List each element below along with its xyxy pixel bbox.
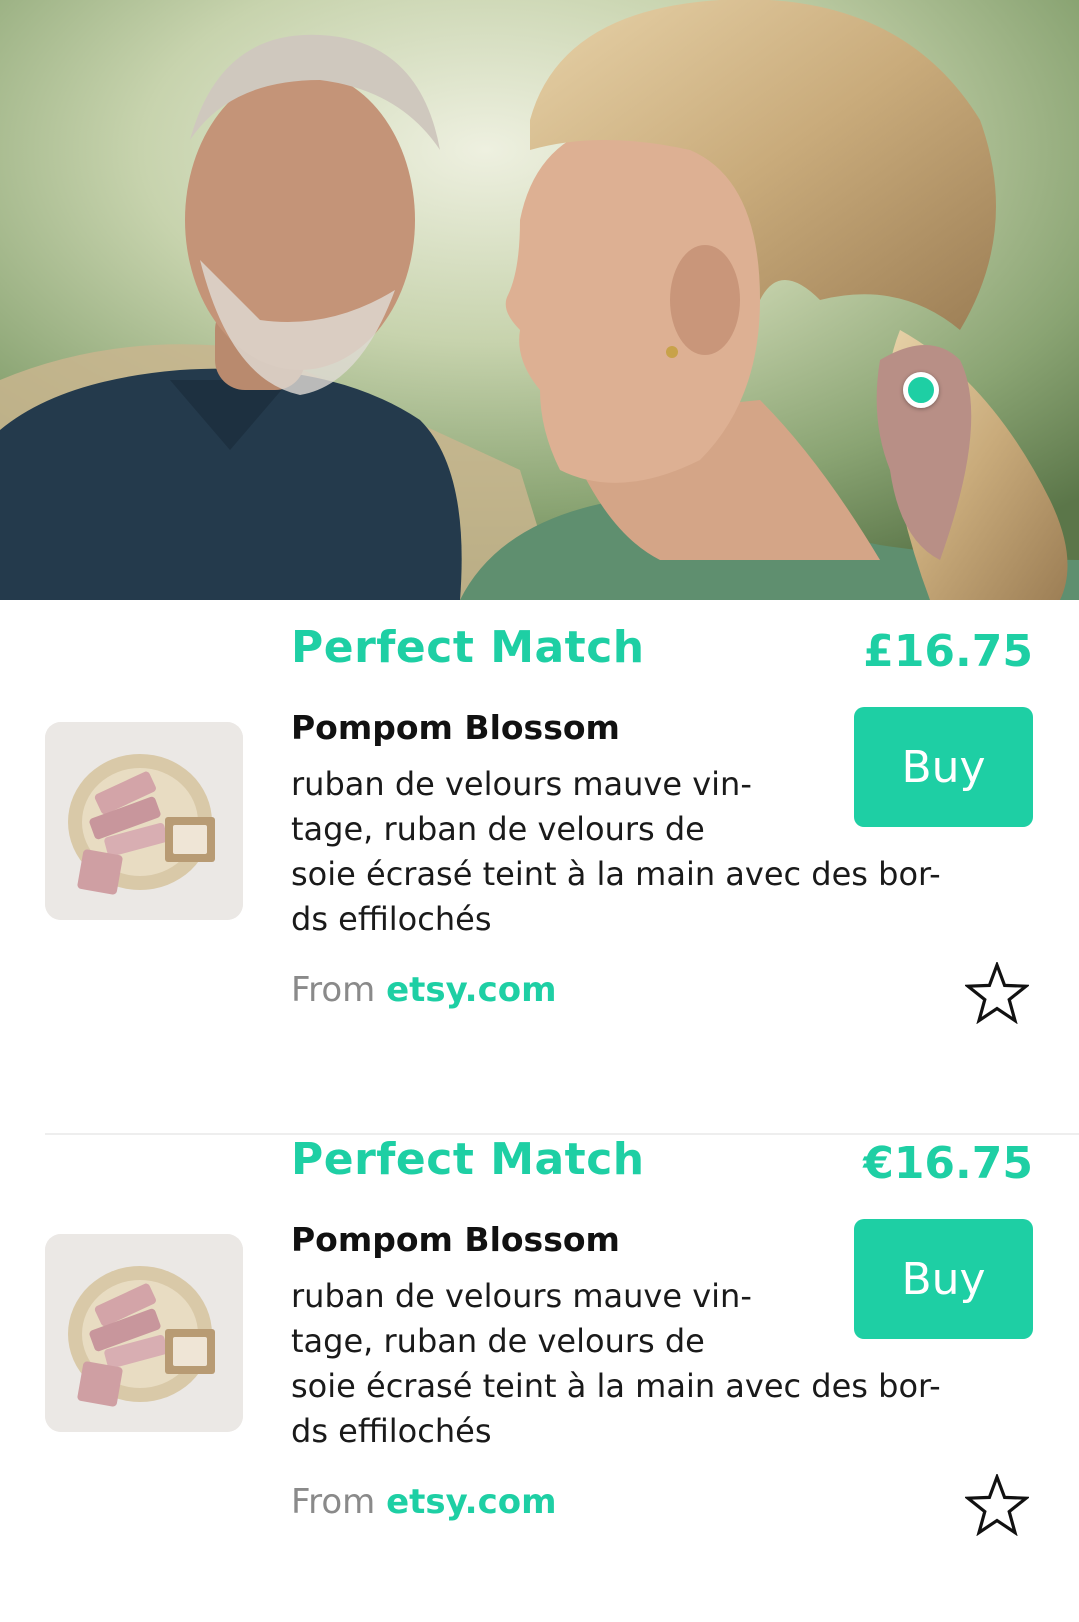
product-card: Perfect Match £16.75 Pompom Blossom ruba… xyxy=(0,600,1079,1110)
source-line: From etsy.com xyxy=(291,970,557,1010)
buy-button[interactable]: Buy xyxy=(854,707,1033,827)
from-label: From xyxy=(291,970,376,1010)
tag-hotspot-dot[interactable] xyxy=(903,372,939,408)
price-label: €16.75 xyxy=(863,1138,1033,1189)
description-line: soie écrasé teint à la main avec des bor… xyxy=(291,855,941,893)
product-name: Pompom Blossom xyxy=(291,708,620,747)
buy-button[interactable]: Buy xyxy=(854,1219,1033,1339)
description-line: ds effilochés xyxy=(291,1412,492,1450)
price-label: £16.75 xyxy=(863,626,1033,677)
star-outline-icon[interactable] xyxy=(965,962,1029,1024)
description-line: soie écrasé teint à la main avec des bor… xyxy=(291,1367,941,1405)
star-outline-icon[interactable] xyxy=(965,1474,1029,1536)
product-card: Perfect Match €16.75 Pompom Blossom ruba… xyxy=(0,1112,1079,1622)
source-link[interactable]: etsy.com xyxy=(386,970,556,1010)
source-line: From etsy.com xyxy=(291,1482,557,1522)
match-label: Perfect Match xyxy=(291,622,645,673)
hero-scene xyxy=(0,0,1079,600)
match-label: Perfect Match xyxy=(291,1134,645,1185)
product-thumbnail[interactable] xyxy=(45,1234,243,1432)
from-label: From xyxy=(291,1482,376,1522)
ribbon-product-image xyxy=(45,1234,243,1432)
description-line: ds effilochés xyxy=(291,900,492,938)
ribbon-product-image xyxy=(45,722,243,920)
hero-image xyxy=(0,0,1079,600)
source-link[interactable]: etsy.com xyxy=(386,1482,556,1522)
product-thumbnail[interactable] xyxy=(45,722,243,920)
product-name: Pompom Blossom xyxy=(291,1220,620,1259)
